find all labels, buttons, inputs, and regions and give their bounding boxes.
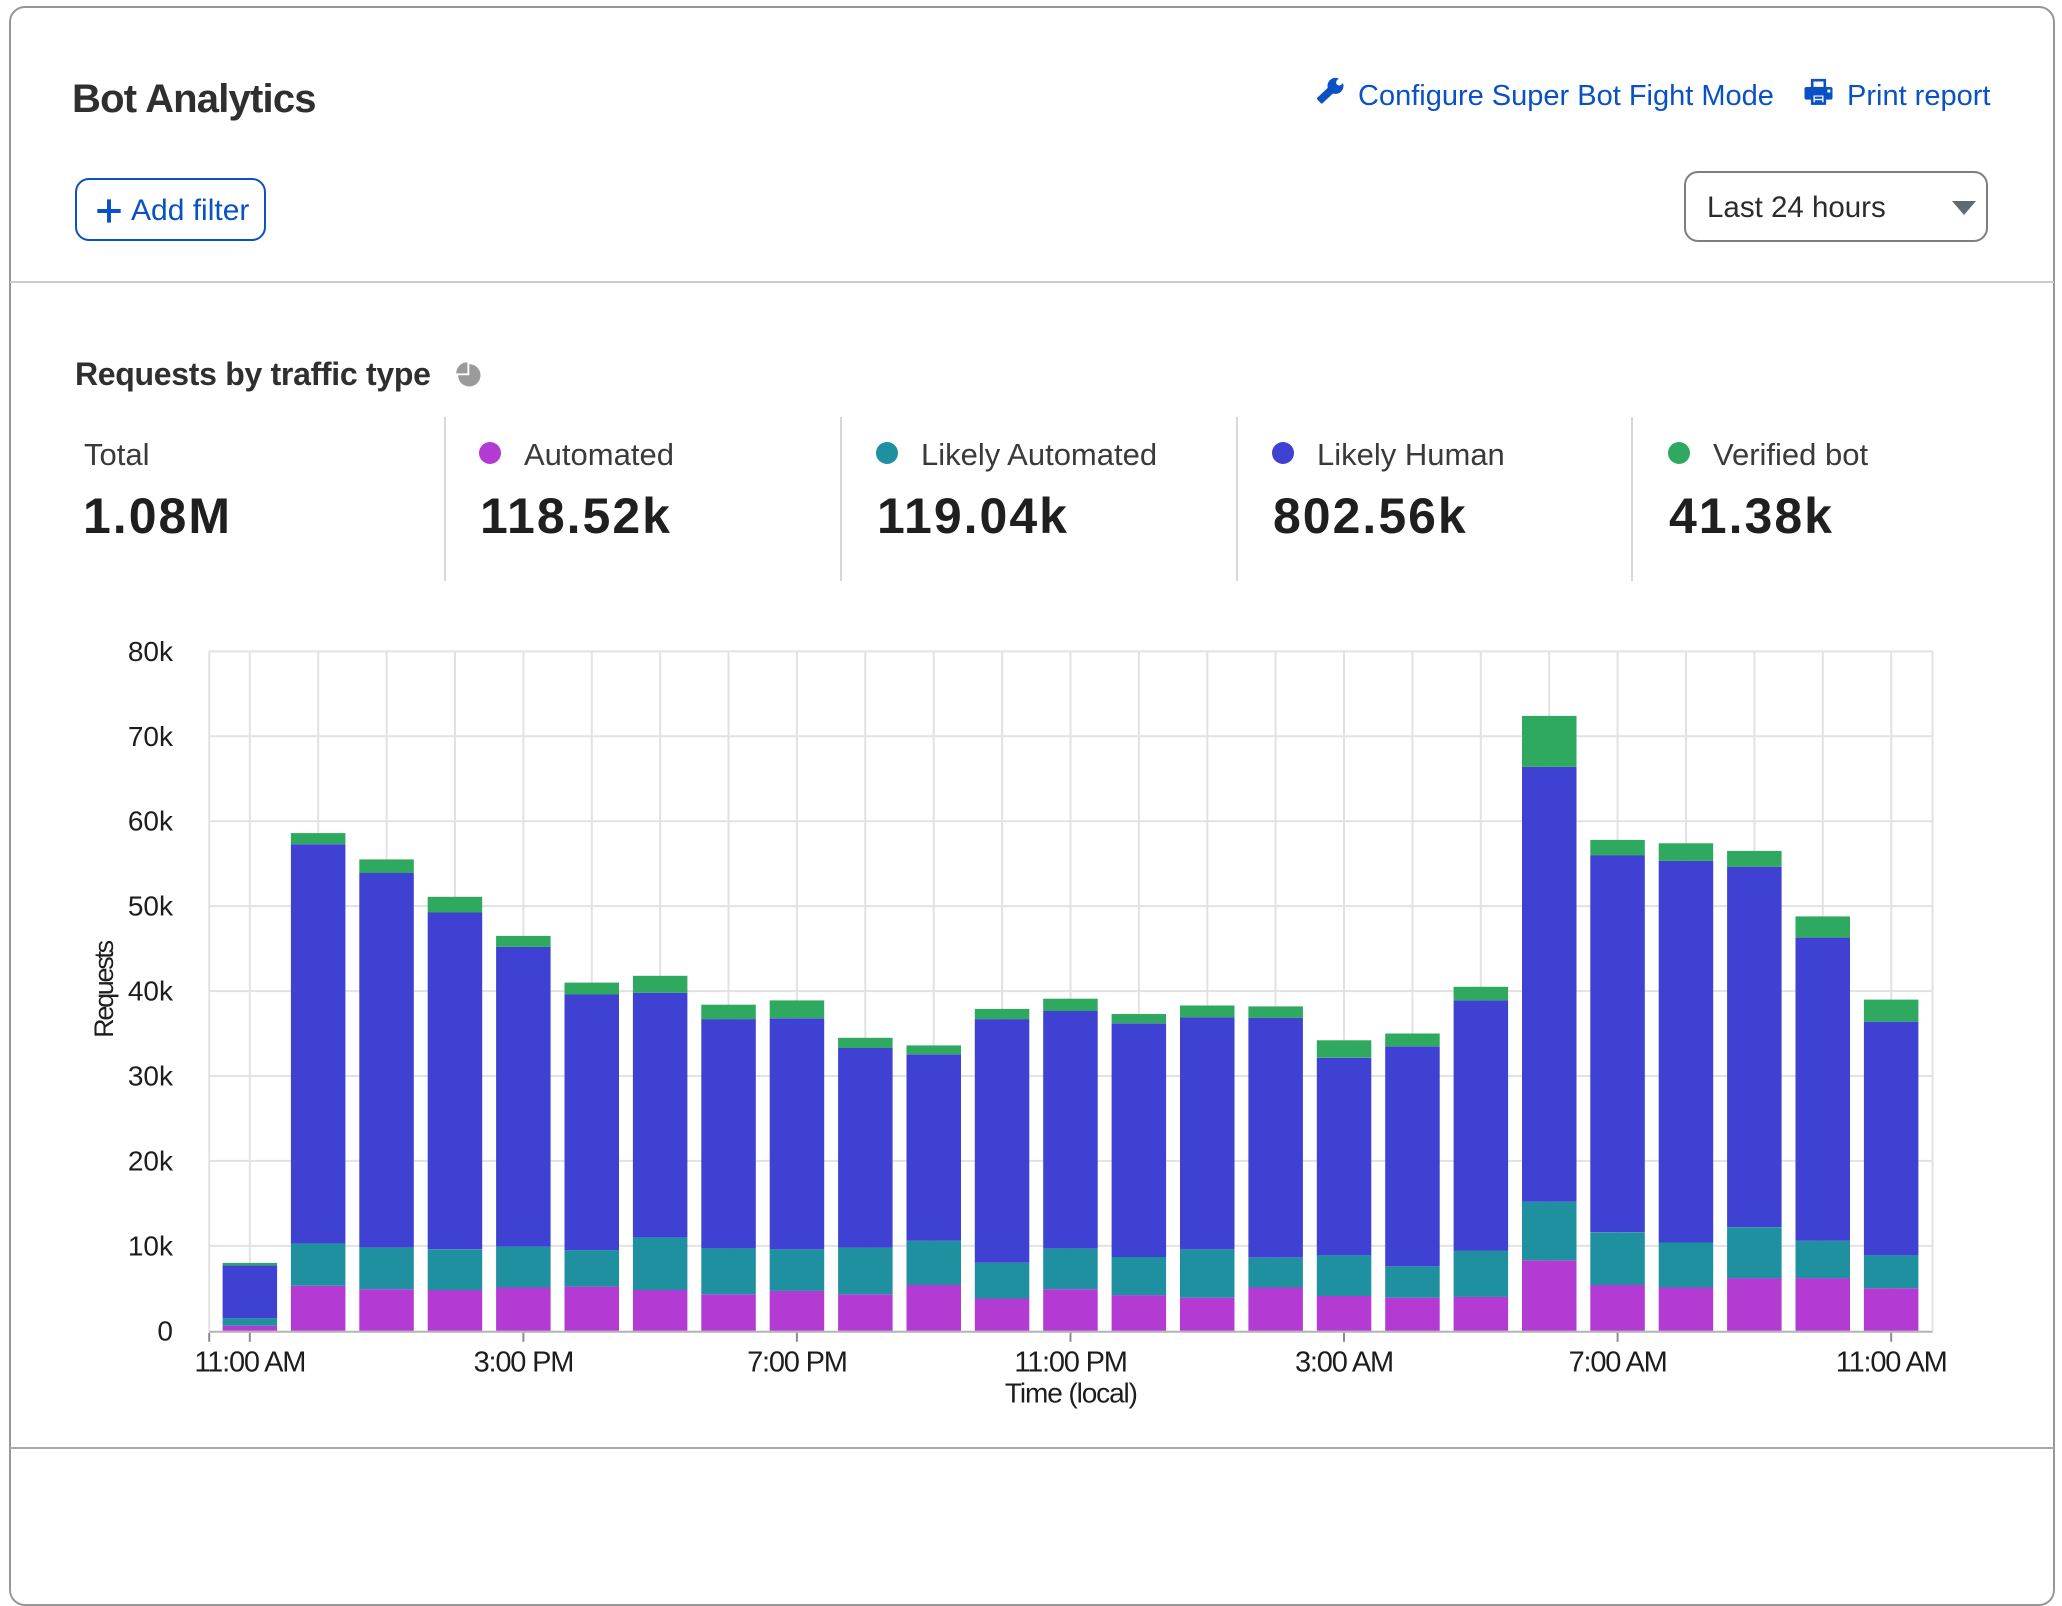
svg-text:80k: 80k (128, 636, 174, 667)
svg-text:0: 0 (157, 1315, 173, 1346)
svg-text:3:00 PM: 3:00 PM (474, 1347, 574, 1379)
svg-text:60k: 60k (128, 806, 174, 837)
svg-text:Time (local): Time (local) (1005, 1378, 1137, 1409)
svg-text:3:00 AM: 3:00 AM (1295, 1347, 1393, 1379)
svg-text:20k: 20k (128, 1145, 174, 1176)
svg-text:7:00 AM: 7:00 AM (1569, 1347, 1667, 1379)
svg-text:30k: 30k (128, 1061, 174, 1092)
svg-text:40k: 40k (128, 976, 174, 1007)
svg-text:11:00 AM: 11:00 AM (194, 1347, 305, 1379)
svg-text:11:00 AM: 11:00 AM (1836, 1347, 1947, 1379)
svg-text:50k: 50k (128, 891, 174, 922)
svg-text:10k: 10k (128, 1230, 174, 1261)
svg-text:70k: 70k (128, 721, 174, 752)
svg-text:11:00 PM: 11:00 PM (1014, 1347, 1126, 1379)
svg-text:7:00 PM: 7:00 PM (747, 1347, 847, 1379)
svg-text:Requests: Requests (89, 940, 119, 1037)
